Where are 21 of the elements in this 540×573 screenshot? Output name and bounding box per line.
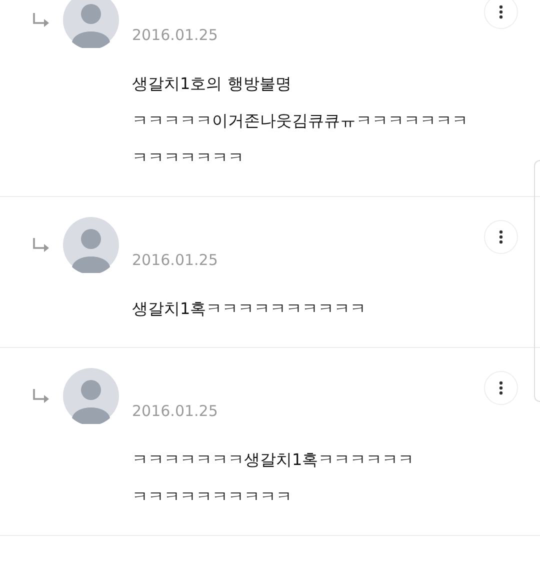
more-icon	[499, 381, 503, 395]
more-icon	[499, 230, 503, 244]
comment-text: ㅋㅋㅋㅋㅋㅋㅋㅋㅋㅋ	[132, 486, 293, 508]
comment-text: ㅋㅋㅋㅋㅋ이거존나웃김큐큐ㅠㅋㅋㅋㅋㅋㅋㅋ	[132, 110, 469, 132]
more-options-button[interactable]	[484, 0, 518, 29]
comment-text: ㅋㅋㅋㅋㅋㅋㅋ	[132, 147, 245, 169]
reply-arrow-icon	[32, 12, 50, 28]
comment-text: 생갈치1혹ㅋㅋㅋㅋㅋㅋㅋㅋㅋㅋ	[132, 298, 368, 320]
avatar	[63, 217, 119, 273]
comment-date: 2016.01.25	[132, 26, 219, 44]
reply-arrow-icon	[32, 237, 50, 253]
comment-text: ㅋㅋㅋㅋㅋㅋㅋ생갈치1혹ㅋㅋㅋㅋㅋㅋ	[132, 449, 416, 471]
comment-text: 생갈치1호의 행방불명	[132, 73, 292, 95]
more-options-button[interactable]	[484, 220, 518, 254]
comment-date: 2016.01.25	[132, 251, 219, 269]
avatar	[63, 0, 119, 48]
avatar	[63, 368, 119, 424]
reply-arrow-icon	[32, 388, 50, 404]
more-icon	[499, 5, 503, 19]
more-options-button[interactable]	[484, 371, 518, 405]
comment-date: 2016.01.25	[132, 402, 219, 420]
